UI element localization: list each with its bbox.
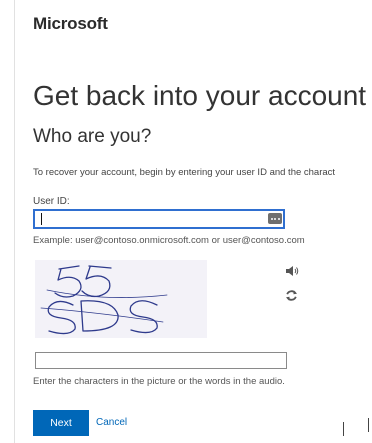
user-id-example: Example: user@contoso.onmicrosoft.com or… <box>33 235 305 246</box>
page-title: Get back into your account <box>33 80 367 111</box>
captcha-image <box>35 260 207 338</box>
captcha-hint: Enter the characters in the picture or t… <box>33 376 285 387</box>
divider-mark <box>343 422 344 436</box>
microsoft-logo-text: Microsoft <box>33 14 108 33</box>
user-id-label: User ID: <box>33 196 70 207</box>
text-caret <box>41 213 42 225</box>
cancel-link[interactable]: Cancel <box>96 417 127 428</box>
captcha-input[interactable] <box>35 352 287 369</box>
user-id-input[interactable] <box>33 209 285 229</box>
next-button[interactable]: Next <box>33 410 89 436</box>
refresh-icon[interactable] <box>285 289 298 302</box>
page-subtitle: Who are you? <box>33 126 152 147</box>
intro-text: To recover your account, begin by enteri… <box>33 167 336 178</box>
speaker-icon[interactable] <box>285 264 299 276</box>
divider-mark <box>368 418 369 432</box>
more-options-icon[interactable] <box>268 213 282 224</box>
